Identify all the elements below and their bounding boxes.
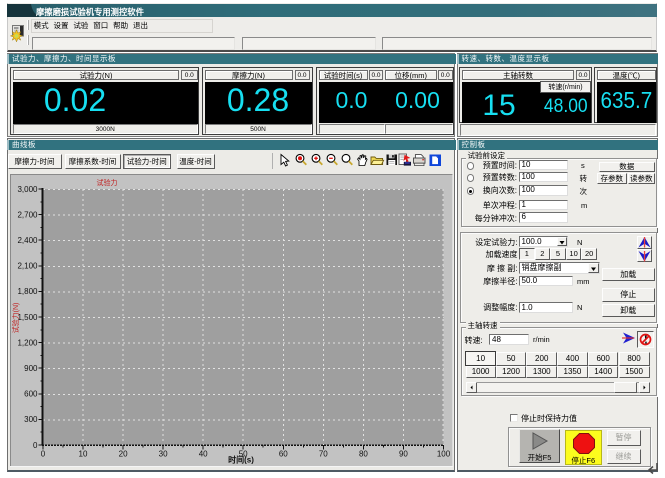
svg-text:300: 300 [24, 415, 38, 424]
svg-text:10: 10 [78, 449, 87, 458]
svg-text:0: 0 [40, 449, 45, 458]
svg-text:40: 40 [198, 449, 207, 458]
svg-text:0: 0 [33, 440, 38, 449]
svg-text:3,000: 3,000 [17, 184, 38, 193]
svg-text:1,800: 1,800 [17, 287, 38, 296]
svg-text:2,100: 2,100 [17, 261, 38, 270]
svg-text:20: 20 [118, 449, 127, 458]
svg-text:时间(s): 时间(s) [228, 454, 254, 465]
svg-text:70: 70 [318, 449, 327, 458]
svg-text:2,400: 2,400 [17, 236, 38, 245]
svg-text:60: 60 [278, 449, 287, 458]
svg-text:试验力(N): 试验力(N) [11, 302, 21, 333]
svg-text:1,200: 1,200 [17, 338, 38, 347]
svg-text:2,700: 2,700 [17, 210, 38, 219]
svg-text:600: 600 [24, 389, 38, 398]
svg-text:试验力: 试验力 [96, 178, 117, 188]
svg-text:900: 900 [24, 364, 38, 373]
svg-text:80: 80 [358, 449, 367, 458]
svg-text:100: 100 [436, 449, 450, 458]
svg-text:30: 30 [158, 449, 167, 458]
svg-text:90: 90 [398, 449, 407, 458]
